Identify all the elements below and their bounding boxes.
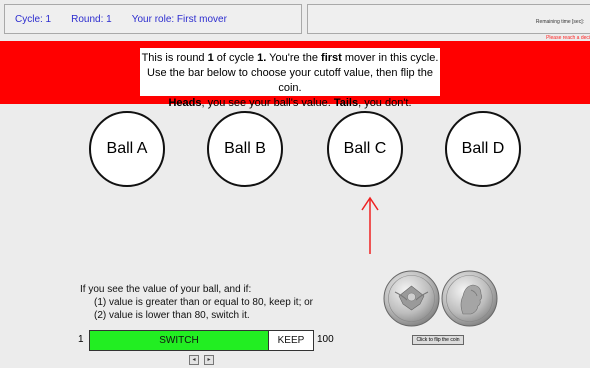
increase-button[interactable]: ▸ bbox=[204, 355, 214, 365]
status-bar: Cycle: 1 Round: 1 Your role: First mover bbox=[4, 4, 302, 34]
cutoff-max-label: 100 bbox=[317, 334, 334, 345]
ball-d: Ball D bbox=[445, 111, 521, 187]
flip-coin-button[interactable]: Click to flip the coin bbox=[412, 335, 464, 345]
cycle-label: Cycle: 1 bbox=[15, 13, 52, 25]
keep-region[interactable]: KEEP bbox=[268, 331, 313, 350]
remaining-time-label: Remaining time [sec]: bbox=[535, 19, 584, 25]
ball-c: Ball C bbox=[327, 111, 403, 187]
switch-region[interactable]: SWITCH bbox=[90, 331, 269, 350]
instruction-box: This is round 1 of cycle 1. You're the f… bbox=[140, 48, 440, 109]
instruction-line-3: Heads, you see your ball's value. Tails,… bbox=[168, 97, 412, 109]
rule-item-1: (1) value is greater than or equal to 80… bbox=[94, 297, 314, 308]
cutoff-slider[interactable]: SWITCH KEEP bbox=[89, 330, 314, 351]
decrease-button[interactable]: ◂ bbox=[189, 355, 199, 365]
cutoff-min-label: 1 bbox=[78, 334, 84, 345]
instruction-line-2: Use the bar below to choose your cutoff … bbox=[147, 67, 433, 94]
timer-panel: Remaining time [sec]: bbox=[307, 4, 590, 34]
selection-arrow-icon bbox=[361, 196, 379, 254]
rule-intro: If you see the value of your ball, and i… bbox=[80, 284, 252, 295]
role-label: Your role: First mover bbox=[131, 13, 227, 25]
coin-tails-icon bbox=[383, 270, 440, 327]
coin-heads-icon bbox=[441, 270, 498, 327]
instruction-line-1: This is round 1 of cycle 1. You're the f… bbox=[141, 52, 439, 64]
ball-b: Ball B bbox=[207, 111, 283, 187]
round-label: Round: 1 bbox=[71, 13, 112, 25]
rule-item-2: (2) value is lower than 80, switch it. bbox=[94, 310, 250, 321]
ball-a: Ball A bbox=[89, 111, 165, 187]
